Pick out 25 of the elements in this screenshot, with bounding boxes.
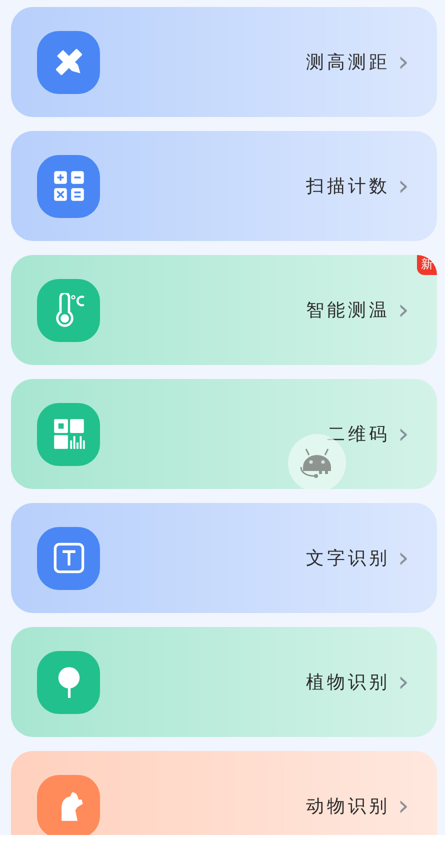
new-badge: 新 (417, 255, 437, 275)
tool-label: 扫描计数 (306, 174, 390, 198)
calculator-icon (52, 169, 86, 203)
tool-card[interactable]: 植物识别 › (11, 627, 437, 737)
tool-label: 测高测距 (306, 50, 390, 74)
tool-card[interactable]: 测高测距 › (11, 7, 437, 117)
chevron-icon: › (398, 48, 409, 76)
tool-card[interactable]: 动物识别 › (11, 751, 437, 835)
tool-card[interactable]: 智能测温 › 新 (11, 255, 437, 365)
chevron-icon: › (398, 296, 409, 324)
chevron-icon: › (398, 544, 409, 572)
tool-label: 文字识别 (306, 546, 390, 570)
tool-label: 智能测温 (306, 298, 390, 322)
chevron-icon: › (398, 172, 409, 200)
chevron-icon: › (398, 668, 409, 696)
tool-label: 植物识别 (306, 670, 390, 694)
qr-code-icon (52, 417, 86, 451)
tool-card[interactable]: 扫描计数 › (11, 131, 437, 241)
text-icon (52, 541, 86, 575)
tool-card[interactable]: 二维码 › (11, 379, 437, 489)
tool-label: 二维码 (326, 422, 390, 446)
chevron-icon: › (398, 792, 409, 820)
tool-label: 动物识别 (306, 794, 390, 818)
tool-card[interactable]: 文字识别 › (11, 503, 437, 613)
chevron-icon: › (398, 420, 409, 448)
